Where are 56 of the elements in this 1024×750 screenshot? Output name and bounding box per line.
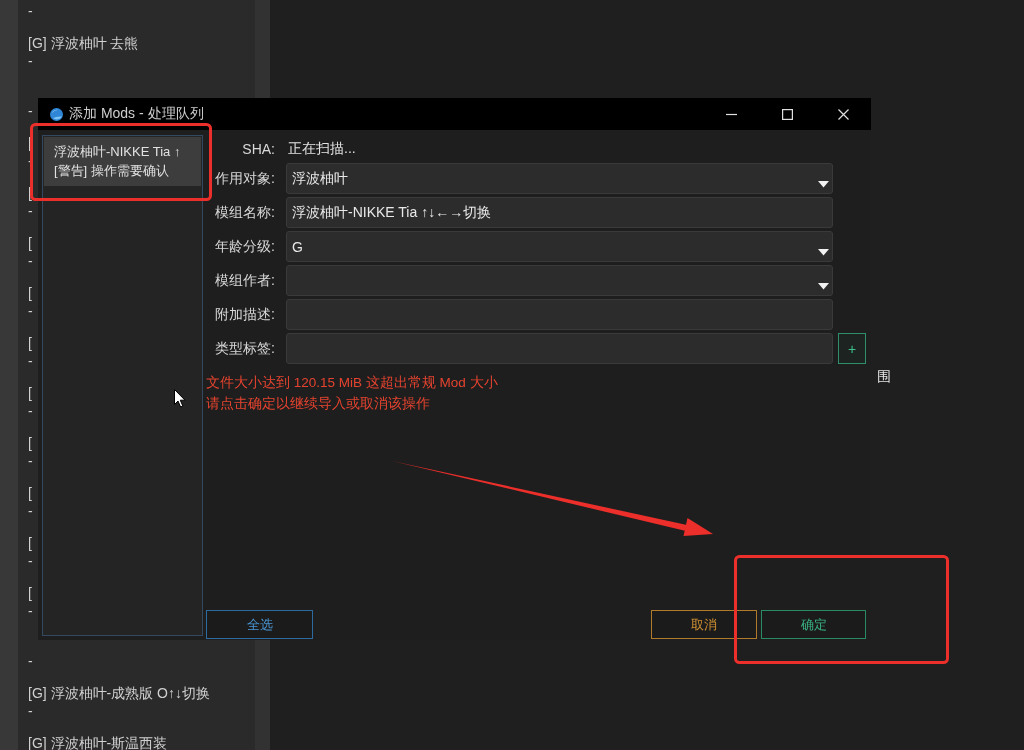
list-item-title[interactable]: [G] 浮波柚叶 去熊 bbox=[28, 36, 139, 50]
field-label: SHA: bbox=[242, 141, 275, 157]
list-item-title[interactable]: [ bbox=[28, 486, 32, 500]
add-tag-button[interactable]: + bbox=[838, 333, 866, 364]
field-label: 作用对象: bbox=[215, 169, 275, 188]
list-item-title[interactable]: [ bbox=[28, 536, 32, 550]
list-item-subtitle: - bbox=[28, 602, 33, 621]
list-item-subtitle: - bbox=[28, 152, 33, 171]
list-item-title[interactable]: [G] 浮波柚叶-成熟版 O↑↓切换 bbox=[28, 686, 210, 700]
window-title: 添加 Mods - 处理队列 bbox=[69, 105, 204, 123]
list-item-subtitle: - bbox=[28, 502, 33, 521]
list-item-subtitle: - bbox=[28, 102, 33, 121]
background-text: 围 bbox=[877, 368, 891, 384]
list-item-title[interactable]: [ bbox=[28, 386, 32, 400]
field-label: 年龄分级: bbox=[215, 237, 275, 256]
list-item-subtitle: - bbox=[28, 302, 33, 321]
text-field[interactable]: 浮波柚叶-NIKKE Tia ↑↓←→切换 bbox=[286, 197, 833, 228]
select-all-button[interactable]: 全选 bbox=[206, 610, 313, 639]
list-item-subtitle: - bbox=[28, 402, 33, 421]
list-item-subtitle: - bbox=[28, 652, 33, 671]
list-item-subtitle: - bbox=[28, 202, 33, 221]
list-item-title[interactable]: [ bbox=[28, 236, 32, 250]
list-item-title[interactable]: [G] 浮波柚叶-斯温西装 bbox=[28, 736, 168, 750]
list-item-subtitle: - bbox=[28, 702, 33, 721]
dropdown-field[interactable]: G bbox=[286, 231, 833, 262]
dropdown-field[interactable]: 浮波柚叶 bbox=[286, 163, 833, 194]
field-label: 附加描述: bbox=[215, 305, 275, 324]
list-item-title[interactable]: [ bbox=[28, 336, 32, 350]
field-label: 类型标签: bbox=[215, 339, 275, 358]
sha-status-text: 正在扫描... bbox=[287, 140, 356, 158]
queue-item[interactable]: 浮波柚叶-NIKKE Tia ↑ [警告] 操作需要确认 bbox=[44, 137, 201, 186]
text-field[interactable] bbox=[286, 299, 833, 330]
mouse-pointer-icon bbox=[174, 389, 186, 408]
list-item-subtitle: - bbox=[28, 52, 33, 71]
list-item-subtitle: - bbox=[28, 552, 33, 571]
list-item-subtitle: - bbox=[28, 352, 33, 371]
list-item-title[interactable]: [ bbox=[28, 586, 32, 600]
list-item-subtitle: - bbox=[28, 252, 33, 271]
list-item-subtitle: - bbox=[28, 452, 33, 471]
confirm-button[interactable]: 确定 bbox=[761, 610, 866, 639]
cancel-button[interactable]: 取消 bbox=[651, 610, 757, 639]
close-icon bbox=[837, 108, 849, 120]
dropdown-field[interactable] bbox=[286, 265, 833, 296]
caret-icon bbox=[818, 181, 829, 188]
tag-field[interactable] bbox=[286, 333, 833, 364]
field-label: 模组作者: bbox=[215, 271, 275, 290]
list-item-title[interactable]: [ bbox=[28, 286, 32, 300]
sphere-icon bbox=[50, 107, 63, 121]
list-item-subtitle: - bbox=[28, 2, 33, 21]
field-label: 模组名称: bbox=[215, 203, 275, 222]
caret-icon bbox=[818, 283, 829, 290]
caret-icon bbox=[818, 249, 829, 256]
warning-text: 文件大小达到 120.15 MiB 这超出常规 Mod 大小 bbox=[206, 374, 498, 392]
warning-text: 请点击确定以继续导入或取消该操作 bbox=[206, 395, 430, 413]
maximize-icon bbox=[781, 108, 793, 120]
list-item-title[interactable]: [ bbox=[28, 436, 32, 450]
